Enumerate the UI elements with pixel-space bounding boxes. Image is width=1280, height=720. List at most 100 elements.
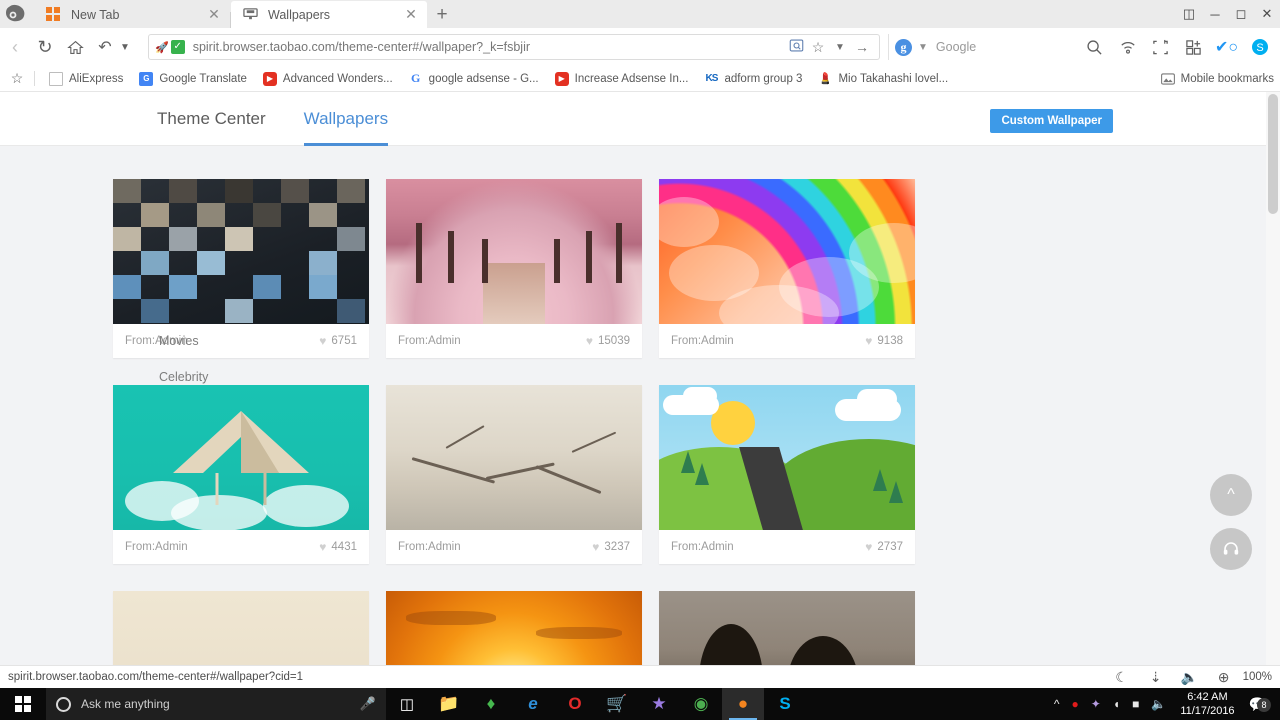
wifi-icon[interactable]: ◖ bbox=[1107, 697, 1126, 711]
like-count: 6751 bbox=[331, 335, 357, 347]
speed-dial-icon[interactable]: ✔○ bbox=[1210, 32, 1243, 62]
wallpaper-thumbnail[interactable] bbox=[659, 591, 915, 665]
address-bar-text[interactable]: spirit.browser.taobao.com/theme-center#/… bbox=[193, 40, 530, 54]
microphone-icon[interactable]: 🎤 bbox=[360, 696, 376, 712]
wallpaper-thumbnail[interactable] bbox=[386, 179, 642, 324]
new-tab-button[interactable]: + bbox=[427, 1, 457, 28]
scrollbar-thumb[interactable] bbox=[1268, 94, 1278, 214]
page-tab-theme-center[interactable]: Theme Center bbox=[157, 92, 266, 146]
battery-icon[interactable]: ■ bbox=[1126, 697, 1145, 711]
taskbar-app-chrome[interactable]: ◉ bbox=[680, 688, 722, 720]
wifi-share-icon[interactable] bbox=[1111, 32, 1144, 62]
chevron-down-icon[interactable]: ▼ bbox=[110, 32, 140, 62]
bookmark-increase-adsense[interactable]: ▶ Increase Adsense In... bbox=[547, 67, 697, 91]
volume-icon[interactable]: 🔈 bbox=[1173, 669, 1207, 686]
svg-text:S: S bbox=[1256, 42, 1263, 54]
volume-icon[interactable]: 🔈 bbox=[1145, 697, 1172, 711]
bookmark-mobile-bookmarks[interactable]: Mobile bookmarks bbox=[1153, 67, 1280, 91]
taskbar-app-bluestacks[interactable]: ♦ bbox=[470, 688, 512, 720]
back-arrow-icon[interactable]: ‹ bbox=[0, 32, 30, 62]
action-center-icon[interactable]: 💬 8 bbox=[1243, 696, 1276, 713]
bookmark-mio-takahashi[interactable]: 💄 Mio Takahashi lovel... bbox=[810, 67, 956, 91]
task-view-icon[interactable]: ◫ bbox=[386, 688, 428, 720]
custom-wallpaper-button[interactable]: Custom Wallpaper bbox=[990, 109, 1113, 133]
page-content: Theme Center Wallpapers Custom Wallpaper… bbox=[0, 92, 1280, 665]
bookmark-adform-group-3[interactable]: KS adform group 3 bbox=[696, 67, 810, 91]
headset-support-icon[interactable] bbox=[1210, 528, 1252, 570]
page-scrollbar[interactable] bbox=[1266, 92, 1280, 665]
chevron-down-icon[interactable]: ▼ bbox=[918, 42, 928, 53]
wallpaper-thumbnail[interactable] bbox=[386, 591, 642, 665]
wallpaper-card[interactable]: From:Admin ♥ 3237 bbox=[386, 385, 642, 564]
wallpaper-thumbnail[interactable] bbox=[386, 385, 642, 530]
zoom-in-icon[interactable]: ⊕ bbox=[1207, 669, 1241, 686]
tab-wallpapers[interactable]: Wallpapers ✕ bbox=[231, 1, 427, 28]
wallpaper-thumbnail[interactable] bbox=[659, 385, 915, 530]
bookmark-aliexpress[interactable]: AliExpress bbox=[41, 67, 131, 91]
cortana-search-input[interactable]: Ask me anything 🎤 bbox=[46, 688, 386, 720]
close-icon[interactable]: ✕ bbox=[206, 6, 222, 23]
show-hidden-icons-icon[interactable]: ^ bbox=[1048, 697, 1066, 711]
wallpaper-thumbnail[interactable] bbox=[113, 385, 369, 530]
search-engine-label: Google bbox=[935, 40, 977, 54]
close-icon[interactable]: ✕ bbox=[1254, 0, 1280, 28]
browser-status-bar: spirit.browser.taobao.com/theme-center#/… bbox=[0, 665, 1280, 688]
wallpaper-thumbnail[interactable] bbox=[113, 591, 369, 665]
youtube-icon: ▶ bbox=[262, 71, 277, 86]
search-icon[interactable] bbox=[1078, 32, 1111, 62]
taskbar-app-movie-maker[interactable]: ★ bbox=[638, 688, 680, 720]
wallpaper-thumbnail[interactable] bbox=[113, 179, 369, 324]
wallpaper-card[interactable] bbox=[659, 591, 915, 665]
windows-start-icon[interactable] bbox=[0, 688, 46, 720]
home-icon[interactable] bbox=[60, 32, 90, 62]
go-arrow-icon[interactable]: → bbox=[851, 39, 873, 55]
taskbar-app-edge[interactable]: e bbox=[512, 688, 554, 720]
wallpaper-thumbnail[interactable] bbox=[659, 179, 915, 324]
wallpaper-card[interactable]: From:Admin ♥ 15039 bbox=[386, 179, 642, 358]
taskbar-app-skype[interactable]: S bbox=[764, 688, 806, 720]
sidebar-item-movies[interactable]: Movies bbox=[159, 323, 249, 359]
qr-scan-icon[interactable] bbox=[785, 38, 807, 56]
reload-icon[interactable]: ↻ bbox=[30, 32, 60, 62]
skype-icon[interactable]: S bbox=[1243, 32, 1276, 62]
wallpaper-card[interactable] bbox=[113, 591, 369, 665]
bookmark-advanced-wonders[interactable]: ▶ Advanced Wonders... bbox=[255, 67, 401, 91]
restore-split-icon[interactable]: ◫ bbox=[1176, 0, 1202, 28]
apps-grid-icon[interactable] bbox=[1177, 32, 1210, 62]
downloads-icon[interactable]: ⇣ bbox=[1139, 669, 1173, 686]
screenshot-icon[interactable] bbox=[1144, 32, 1177, 62]
bookmark-label: Increase Adsense In... bbox=[574, 72, 689, 85]
address-bar[interactable]: 🚀 ✓ spirit.browser.taobao.com/theme-cent… bbox=[148, 34, 880, 60]
scroll-to-top-icon[interactable]: ^ bbox=[1210, 474, 1252, 516]
feather-icon[interactable]: ✦ bbox=[1085, 697, 1107, 711]
wallpaper-author: From:Admin bbox=[671, 541, 734, 553]
wallpaper-card[interactable]: From:Admin ♥ 9138 bbox=[659, 179, 915, 358]
night-mode-icon[interactable]: ☾ bbox=[1105, 669, 1139, 686]
tab-new-tab[interactable]: New Tab ✕ bbox=[34, 1, 230, 28]
taskbar-app-opera[interactable]: O bbox=[554, 688, 596, 720]
search-box[interactable]: g ▼ Google bbox=[888, 34, 1078, 60]
close-icon[interactable]: ✕ bbox=[403, 6, 419, 23]
bookmark-google-adsense[interactable]: G google adsense - G... bbox=[401, 67, 547, 91]
page-tab-wallpapers[interactable]: Wallpapers bbox=[303, 92, 389, 146]
system-tray: ^ ● ✦ ◖ ■ 🔈 6:42 AM 11/17/2016 💬 8 bbox=[1048, 690, 1280, 718]
wallpaper-card[interactable] bbox=[386, 591, 642, 665]
wallpaper-author: From:Admin bbox=[398, 335, 461, 347]
taskbar-app-microsoft-store[interactable]: 🛒 bbox=[596, 688, 638, 720]
taskbar-clock[interactable]: 6:42 AM 11/17/2016 bbox=[1172, 690, 1242, 718]
maximize-icon[interactable]: ◻ bbox=[1228, 0, 1254, 28]
bookmark-google-translate[interactable]: G Google Translate bbox=[131, 67, 255, 91]
chevron-down-icon[interactable]: ▼ bbox=[829, 42, 851, 53]
wallpaper-author: From:Admin bbox=[671, 335, 734, 347]
wallpaper-card[interactable]: From:Admin ♥ 2737 bbox=[659, 385, 915, 564]
minimize-icon[interactable]: ─ bbox=[1202, 0, 1228, 28]
red-record-icon[interactable]: ● bbox=[1066, 697, 1085, 711]
like-count: 9138 bbox=[877, 335, 903, 347]
wallpaper-card[interactable]: From:Admin ♥ 4431 bbox=[113, 385, 369, 564]
bookmark-star-icon[interactable]: ☆ bbox=[0, 70, 34, 87]
hs-icon: KS bbox=[705, 73, 718, 84]
zoom-level[interactable]: 100% bbox=[1243, 671, 1272, 683]
taskbar-app-file-explorer[interactable]: 📁 bbox=[428, 688, 470, 720]
taskbar-app-uc-browser[interactable]: ● bbox=[722, 688, 764, 720]
bookmark-star-icon[interactable]: ☆ bbox=[807, 39, 829, 56]
